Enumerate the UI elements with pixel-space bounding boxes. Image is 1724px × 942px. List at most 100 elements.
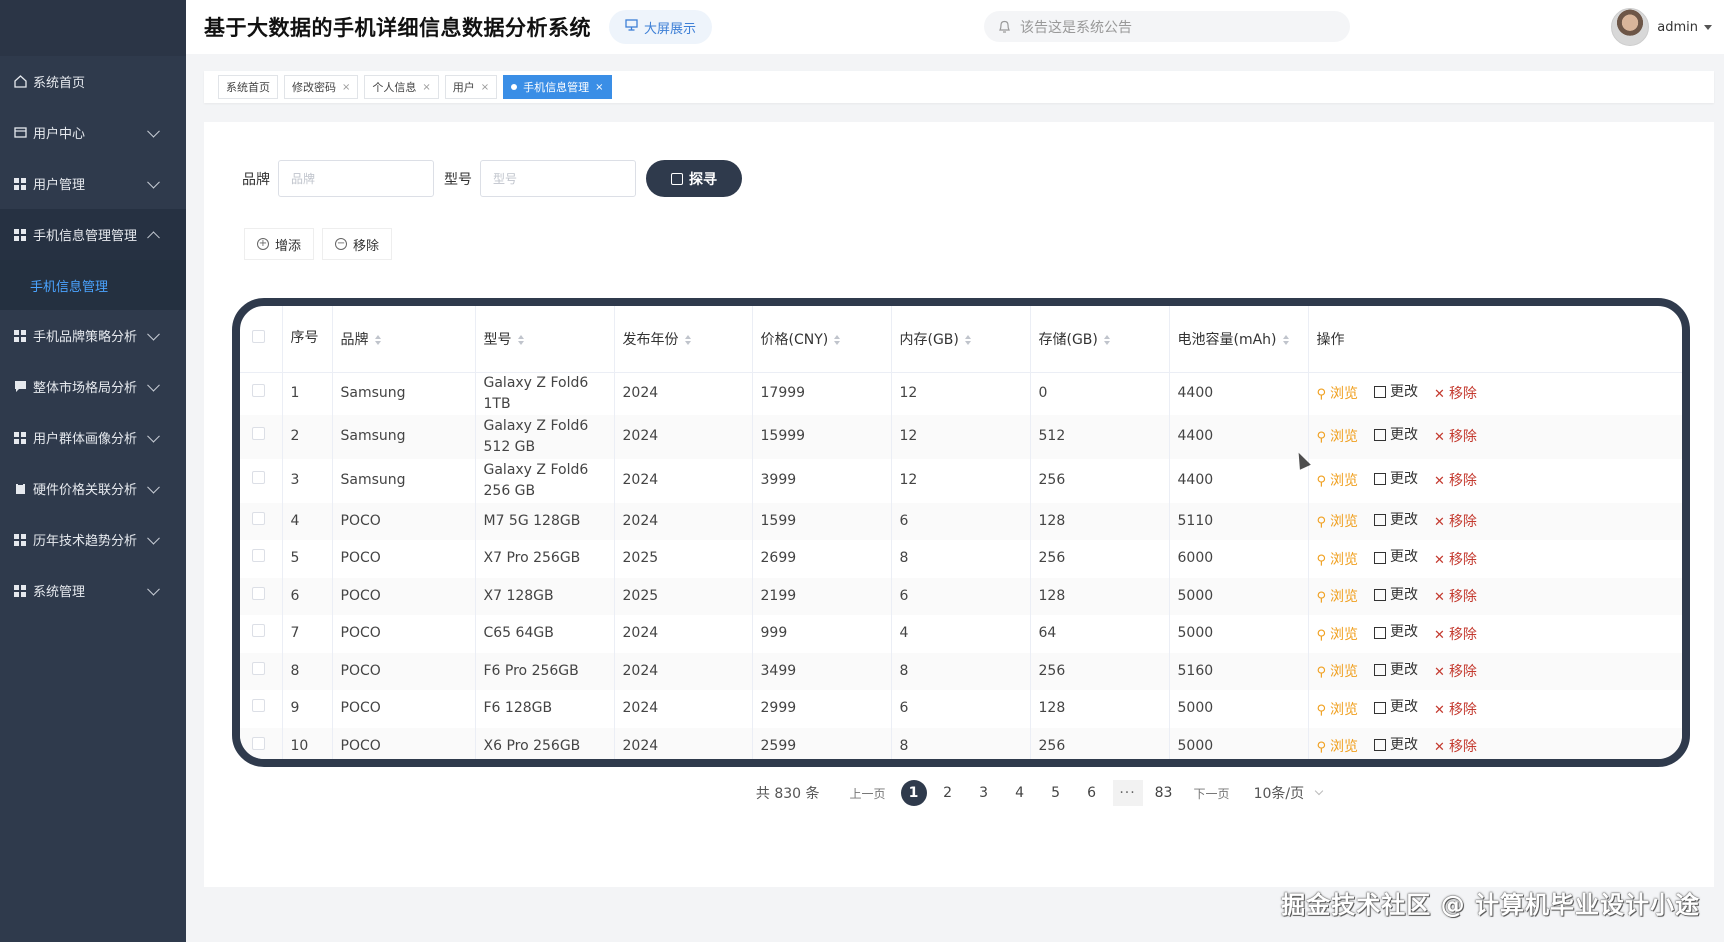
select-all-checkbox[interactable] (252, 330, 265, 344)
sidebar-item-home[interactable]: 系统首页 (0, 56, 186, 107)
sort-icon[interactable] (684, 334, 691, 345)
close-icon[interactable]: × (422, 82, 430, 93)
sidebar-item-user-profile[interactable]: 用户群体画像分析 (0, 412, 186, 463)
col-battery[interactable]: 电池容量(mAh) (1169, 306, 1309, 373)
edit-button[interactable]: 更改 (1374, 622, 1418, 643)
delete-button[interactable]: ✕ 移除 (1434, 737, 1477, 758)
delete-button[interactable]: ✕ 移除 (1434, 625, 1477, 646)
tab-home[interactable]: 系统首页 (218, 75, 278, 99)
page-button[interactable]: 83 (1149, 780, 1179, 806)
view-label: 浏览 (1330, 701, 1359, 718)
view-button[interactable]: ⚲ 浏览 (1317, 700, 1359, 721)
delete-button[interactable]: ✕ 移除 (1434, 662, 1477, 683)
edit-button[interactable]: 更改 (1374, 697, 1418, 718)
view-button[interactable]: ⚲ 浏览 (1317, 662, 1359, 683)
page-button[interactable]: 3 (969, 780, 999, 806)
col-year[interactable]: 发布年份 (614, 306, 753, 373)
page-button[interactable]: 6 (1077, 780, 1107, 806)
tab-user[interactable]: 用户 × (444, 75, 498, 99)
brand-input[interactable] (278, 160, 434, 197)
edit-button[interactable]: 更改 (1374, 735, 1418, 756)
view-button[interactable]: ⚲ 浏览 (1317, 625, 1359, 646)
sort-icon[interactable] (1282, 334, 1289, 345)
model-input[interactable] (480, 160, 636, 197)
more-pages-button[interactable]: ··· (1112, 780, 1143, 806)
col-price[interactable]: 价格(CNY) (752, 306, 892, 373)
cell-year: 2024 (614, 502, 753, 540)
page-button[interactable]: 1 (900, 780, 927, 806)
bigscreen-button[interactable]: 大屏展示 (609, 10, 713, 44)
delete-button[interactable]: ✕ 移除 (1434, 512, 1477, 533)
tab-profile[interactable]: 个人信息 × (364, 75, 439, 99)
col-storage[interactable]: 存储(GB) (1030, 306, 1170, 373)
remove-button[interactable]: − 移除 (322, 228, 393, 260)
view-button[interactable]: ⚲ 浏览 (1317, 427, 1359, 448)
row-checkbox[interactable] (252, 699, 265, 713)
prev-page-button[interactable]: 上一页 (850, 785, 886, 802)
sort-icon[interactable] (517, 334, 524, 345)
row-checkbox[interactable] (252, 427, 265, 440)
view-button[interactable]: ⚲ 浏览 (1317, 384, 1359, 405)
row-checkbox[interactable] (252, 471, 265, 484)
sidebar-item-user-center[interactable]: 用户中心 (0, 107, 186, 158)
view-button[interactable]: ⚲ 浏览 (1317, 471, 1359, 492)
next-page-button[interactable]: 下一页 (1194, 785, 1230, 802)
sidebar-item-brand-strategy[interactable]: 手机品牌策略分析 (0, 310, 186, 361)
search-button[interactable]: 探寻 (646, 160, 742, 197)
close-icon[interactable]: × (595, 82, 603, 93)
col-model[interactable]: 型号 (475, 306, 615, 373)
page-button[interactable]: 4 (1005, 780, 1035, 806)
row-checkbox[interactable] (252, 549, 265, 563)
select-all-cell (240, 306, 283, 373)
user-menu[interactable]: admin (1611, 8, 1712, 46)
sort-icon[interactable] (374, 334, 381, 345)
col-brand[interactable]: 品牌 (332, 306, 476, 373)
page-size-select[interactable]: 10条/页 (1254, 783, 1324, 803)
notice-bar[interactable]: 该告这是系统公告 (984, 11, 1350, 42)
row-checkbox[interactable] (252, 624, 265, 638)
edit-button[interactable]: 更改 (1374, 510, 1418, 531)
sidebar-item-hardware-price[interactable]: 硬件价格关联分析 (0, 463, 186, 514)
col-memory[interactable]: 内存(GB) (891, 306, 1031, 373)
avatar[interactable] (1611, 8, 1650, 46)
page-button[interactable]: 5 (1041, 780, 1071, 806)
edit-button[interactable]: 更改 (1374, 469, 1418, 490)
delete-button[interactable]: ✕ 移除 (1434, 587, 1477, 608)
sidebar-item-tech-trend[interactable]: 历年技术趋势分析 (0, 514, 186, 565)
table-row: 7 POCO C65 64GB 2024 999 4 64 5000 ⚲ 浏览 更改 ✕ 移除 (240, 615, 1682, 653)
view-button[interactable]: ⚲ 浏览 (1317, 550, 1359, 571)
sidebar-item-phone-info-management[interactable]: 手机信息管理管理 (0, 209, 186, 260)
edit-button[interactable]: 更改 (1374, 547, 1418, 568)
cell-storage: 64 (1030, 615, 1170, 653)
row-checkbox[interactable] (252, 511, 265, 525)
view-button[interactable]: ⚲ 浏览 (1317, 587, 1359, 608)
delete-button[interactable]: ✕ 移除 (1434, 550, 1477, 571)
sidebar-subitem-phone-info[interactable]: 手机信息管理 (0, 260, 186, 310)
sort-icon[interactable] (964, 334, 971, 345)
edit-button[interactable]: 更改 (1374, 660, 1418, 681)
delete-button[interactable]: ✕ 移除 (1434, 700, 1477, 721)
row-checkbox[interactable] (252, 736, 265, 750)
row-checkbox[interactable] (252, 661, 265, 675)
edit-button[interactable]: 更改 (1374, 425, 1418, 446)
tab-phone-info[interactable]: 手机信息管理 × (503, 75, 612, 99)
sidebar-item-user-management[interactable]: 用户管理 (0, 158, 186, 209)
edit-button[interactable]: 更改 (1374, 382, 1418, 403)
row-checkbox[interactable] (252, 384, 265, 397)
sort-icon[interactable] (834, 334, 841, 345)
sidebar-item-system-management[interactable]: 系统管理 (0, 565, 186, 616)
sidebar-item-market-analysis[interactable]: 整体市场格局分析 (0, 361, 186, 412)
delete-button[interactable]: ✕ 移除 (1434, 471, 1477, 492)
sort-icon[interactable] (1103, 334, 1110, 345)
close-icon[interactable]: × (342, 82, 350, 93)
view-button[interactable]: ⚲ 浏览 (1317, 737, 1359, 758)
tab-change-password[interactable]: 修改密码 × (284, 75, 359, 99)
page-button[interactable]: 2 (933, 780, 963, 806)
add-button[interactable]: + 增添 (244, 228, 315, 260)
edit-button[interactable]: 更改 (1374, 585, 1418, 606)
delete-button[interactable]: ✕ 移除 (1434, 384, 1477, 405)
row-checkbox[interactable] (252, 586, 265, 600)
close-icon[interactable]: × (481, 82, 489, 93)
view-button[interactable]: ⚲ 浏览 (1317, 512, 1359, 533)
delete-button[interactable]: ✕ 移除 (1434, 427, 1477, 448)
